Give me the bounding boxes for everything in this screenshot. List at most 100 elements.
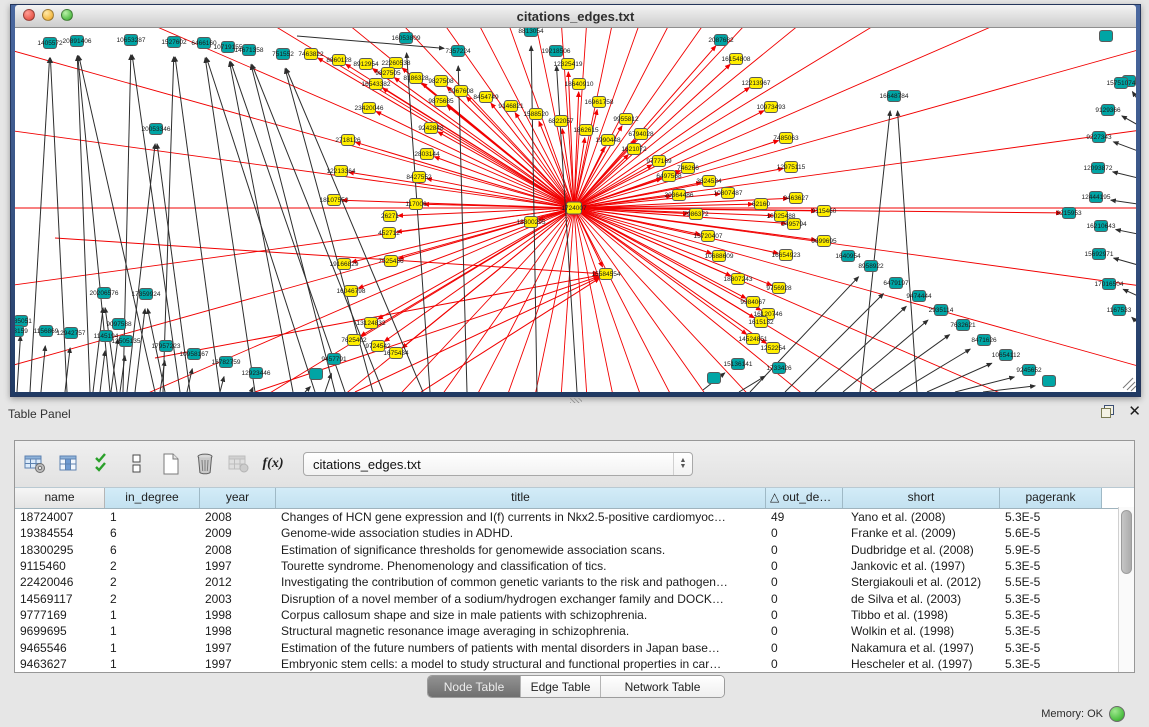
table-cell[interactable]: 0 (766, 592, 843, 606)
graph-node[interactable]: 15720407 (694, 231, 723, 242)
graph-node[interactable]: 16543382 (362, 79, 391, 90)
graph-node[interactable]: 1527602 (161, 37, 187, 48)
graph-node[interactable]: 26271 (381, 211, 399, 222)
graph-node[interactable]: 1167533 (1107, 305, 1132, 316)
zoom-window-button[interactable] (61, 9, 73, 21)
table-cell[interactable]: 1998 (200, 624, 276, 638)
table-cell[interactable]: 0 (766, 526, 843, 540)
graph-node[interactable]: 7986372 (683, 209, 709, 220)
graph-node[interactable]: 10807487 (714, 188, 743, 199)
table-cell[interactable]: 1997 (200, 559, 276, 573)
graph-node[interactable] (310, 369, 323, 380)
graph-node[interactable]: 9495794 (781, 219, 807, 230)
graph-node[interactable]: 7625402 (341, 335, 367, 346)
table-cell[interactable]: 2012 (200, 575, 276, 589)
table-cell[interactable]: 5.3E-5 (1000, 559, 1102, 573)
table-cell[interactable]: 5.3E-5 (1000, 592, 1102, 606)
vertical-scrollbar[interactable] (1118, 507, 1134, 672)
graph-node[interactable]: 13505135 (112, 336, 141, 347)
graph-node[interactable]: 14524851 (739, 334, 768, 345)
graph-node[interactable]: 12942757 (57, 328, 86, 339)
graph-node[interactable]: 9827505 (375, 68, 401, 79)
tab-node-table[interactable]: Node Table (428, 676, 521, 697)
table-cell[interactable]: Jankovic et al. (1997) (843, 559, 1000, 573)
graph-node[interactable]: 10958167 (180, 349, 209, 360)
network-window-titlebar[interactable]: citations_edges.txt (15, 5, 1136, 28)
graph-node[interactable]: 16648784 (880, 91, 909, 102)
graph-node[interactable]: 117006 (405, 199, 427, 210)
graph-node[interactable]: 8860128 (326, 55, 352, 66)
graph-node[interactable]: 9699695 (811, 236, 837, 247)
minimize-window-button[interactable] (42, 9, 54, 21)
table-cell[interactable]: Estimation of the future numbers of pati… (276, 641, 766, 655)
table-cell[interactable]: 19384554 (15, 526, 105, 540)
table-cell[interactable]: 0 (766, 641, 843, 655)
delete-table-icon[interactable] (225, 450, 253, 478)
table-cell[interactable]: 6 (105, 543, 200, 557)
delete-column-icon[interactable] (191, 450, 219, 478)
graph-node[interactable]: 19218506 (542, 46, 571, 57)
table-cell[interactable]: 5.5E-5 (1000, 575, 1102, 589)
graph-node[interactable] (708, 373, 721, 384)
graph-node[interactable]: 15136141 (724, 359, 753, 370)
table-row[interactable]: 969969511998Structural magnetic resonanc… (15, 623, 1134, 639)
graph-node[interactable]: 7357224 (445, 46, 471, 57)
create-column-icon[interactable] (157, 450, 185, 478)
table-cell[interactable]: 5.3E-5 (1000, 608, 1102, 622)
table-cell[interactable]: Nakamura et al. (1997) (843, 641, 1000, 655)
graph-node[interactable]: 62160 (752, 199, 770, 210)
graph-node[interactable]: 16210643 (1087, 221, 1116, 232)
graph-node[interactable]: 2803144 (414, 149, 440, 160)
table-cell[interactable]: 9465546 (15, 641, 105, 655)
table-cell[interactable]: Tibbo et al. (1998) (843, 608, 1000, 622)
table-cell[interactable]: 1 (105, 510, 200, 524)
table-row[interactable]: 2242004622012Investigating the contribut… (15, 574, 1134, 590)
table-cell[interactable]: 5.6E-5 (1000, 526, 1102, 540)
graph-node[interactable]: 15692971 (1085, 249, 1114, 260)
memory-status-indicator[interactable] (1109, 706, 1125, 722)
graph-node[interactable]: 9227343 (1086, 132, 1112, 143)
table-row[interactable]: 1456911722003Disruption of a novel membe… (15, 590, 1134, 606)
column-header[interactable]: name (15, 488, 105, 508)
graph-node[interactable]: 23420046 (355, 103, 384, 114)
graph-node[interactable]: 19166829 (330, 259, 359, 270)
table-selector-dropdown[interactable]: citations_edges.txt ▲▼ (303, 452, 693, 476)
table-cell[interactable]: 5.3E-5 (1000, 641, 1102, 655)
graph-node[interactable]: 17359924 (132, 289, 161, 300)
graph-node[interactable]: 16046798 (337, 286, 366, 297)
graph-node[interactable]: 8454749 (473, 92, 499, 103)
graph-node[interactable]: 1405572 (37, 38, 63, 49)
graph-node[interactable]: 2718126 (335, 135, 361, 146)
graph-node[interactable]: 3624534 (696, 176, 722, 187)
column-header[interactable]: △ out_de… (766, 488, 843, 508)
table-cell[interactable]: Embryonic stem cells: a model to study s… (276, 657, 766, 671)
close-window-button[interactable] (23, 9, 35, 21)
function-builder-icon[interactable]: f(x) (259, 450, 287, 478)
network-graph[interactable]: 7463822886012889129542226053898275051654… (15, 28, 1136, 392)
graph-node[interactable]: 16961758 (585, 97, 614, 108)
graph-node[interactable]: 751552 (272, 49, 294, 60)
graph-node[interactable]: 8471626 (971, 335, 997, 346)
table-cell[interactable]: 5.3E-5 (1000, 624, 1102, 638)
graph-node[interactable]: 9756928 (766, 283, 792, 294)
graph-node[interactable]: 8813054 (518, 28, 544, 37)
table-cell[interactable]: 5.3E-5 (1000, 657, 1102, 671)
table-options-icon[interactable] (21, 450, 49, 478)
graph-node[interactable] (1043, 376, 1056, 387)
table-cell[interactable]: 9777169 (15, 608, 105, 622)
table-cell[interactable]: Wolkin et al. (1998) (843, 624, 1000, 638)
graph-node[interactable]: 9777169 (646, 156, 672, 167)
network-canvas[interactable]: 7463822886012889129542226053898275051654… (15, 28, 1136, 392)
graph-node[interactable]: 10653287 (117, 35, 146, 46)
graph-node[interactable]: 9097588 (106, 319, 132, 330)
graph-node[interactable]: 12325419 (554, 59, 583, 70)
table-cell[interactable]: Estimation of significance thresholds fo… (276, 543, 766, 557)
graph-node[interactable]: 7463822 (298, 49, 324, 60)
table-cell[interactable]: 1 (105, 624, 200, 638)
table-cell[interactable]: Yano et al. (2008) (843, 510, 1000, 524)
graph-node[interactable]: 20891406 (63, 36, 92, 47)
graph-node[interactable]: 2935114 (929, 305, 954, 316)
table-cell[interactable]: de Silva et al. (2003) (843, 592, 1000, 606)
table-row[interactable]: 1830029562008Estimation of significance … (15, 542, 1134, 558)
graph-node[interactable]: 8215953 (1056, 208, 1082, 219)
